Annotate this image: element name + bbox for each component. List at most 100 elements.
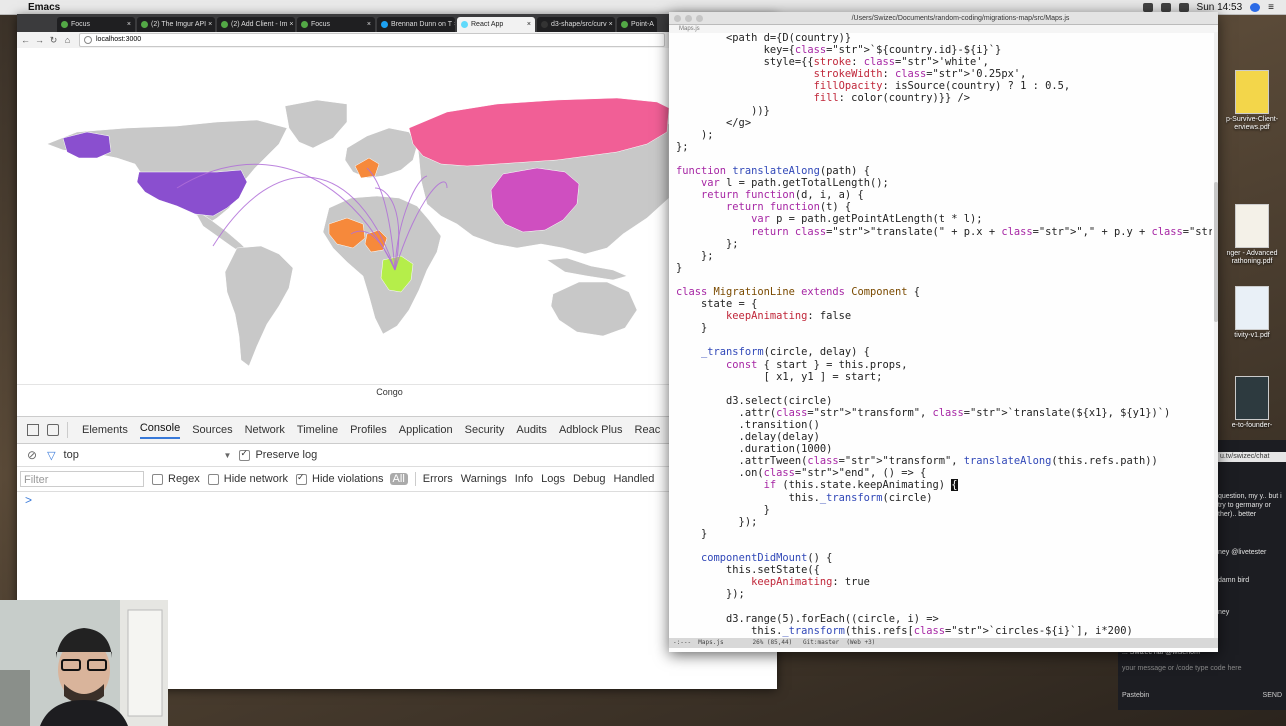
- send-button[interactable]: SEND: [1263, 692, 1282, 699]
- tab-title: React App: [471, 21, 504, 28]
- browser-tab[interactable]: d3-shape/src/curv ×: [537, 17, 615, 32]
- level-errors[interactable]: Errors: [423, 473, 453, 485]
- reload-icon[interactable]: ↻: [48, 35, 59, 46]
- url-field[interactable]: localhost:3000: [79, 33, 665, 47]
- info-icon[interactable]: [84, 36, 92, 44]
- preserve-log-checkbox[interactable]: [239, 448, 251, 461]
- context-select[interactable]: top: [64, 449, 224, 461]
- code-line: class MigrationLine extends Component {: [676, 285, 921, 298]
- desktop-file[interactable]: tivity-v1.pdf: [1222, 286, 1282, 340]
- tab-title: Point-A: [631, 21, 654, 28]
- tab-adblock-plus[interactable]: Adblock Plus: [559, 424, 623, 436]
- zoom-window-icon[interactable]: [696, 14, 703, 22]
- status-icon[interactable]: [1142, 2, 1153, 12]
- code-line: keepAnimating: true: [751, 576, 870, 589]
- browser-tab[interactable]: Point-A: [617, 17, 657, 32]
- migration-map[interactable]: [17, 48, 669, 384]
- home-icon[interactable]: ⌂: [62, 35, 73, 45]
- level-info[interactable]: Info: [515, 473, 533, 485]
- forward-icon[interactable]: →: [34, 35, 45, 45]
- scrollbar[interactable]: [1214, 32, 1218, 638]
- close-icon[interactable]: ×: [607, 21, 613, 28]
- level-all[interactable]: All: [389, 473, 408, 485]
- close-icon[interactable]: ×: [525, 21, 531, 28]
- wifi-icon[interactable]: [1160, 2, 1171, 12]
- battery-icon[interactable]: [1178, 2, 1189, 12]
- tab-audits[interactable]: Audits: [516, 424, 547, 436]
- browser-tab[interactable]: (2) Add Client - Im ×: [217, 17, 295, 32]
- clock[interactable]: Sun 14:53: [1197, 2, 1243, 13]
- code-line: componentDidMount() {: [701, 552, 833, 565]
- level-debug[interactable]: Debug: [573, 473, 605, 485]
- tab-title: Focus: [71, 21, 91, 28]
- menu-list-icon[interactable]: ≡: [1268, 2, 1274, 13]
- browser-tab[interactable]: Brennan Dunn on T×: [377, 17, 455, 32]
- tab-application[interactable]: Application: [399, 424, 453, 436]
- code-editor[interactable]: <path d={D(country)} key={class="str">`$…: [676, 32, 1212, 640]
- hide-network-checkbox[interactable]: [207, 473, 219, 485]
- level-warnings[interactable]: Warnings: [461, 473, 507, 485]
- code-line: );: [676, 128, 714, 141]
- filter-icon[interactable]: ▽: [47, 449, 55, 462]
- africa-land[interactable]: [322, 195, 442, 335]
- close-icon[interactable]: ×: [287, 21, 293, 28]
- pdf-thumbnail: [1235, 70, 1269, 114]
- desktop-file[interactable]: nger - Advanced rathoning.pdf: [1222, 204, 1282, 266]
- south-america-land[interactable]: [224, 245, 294, 367]
- browser-tab-active[interactable]: React App ×: [457, 17, 535, 32]
- favicon-icon: [461, 21, 468, 28]
- usa-country[interactable]: [136, 169, 248, 217]
- chevron-down-icon[interactable]: ▼: [224, 451, 232, 460]
- back-icon[interactable]: ←: [20, 35, 31, 45]
- favicon-icon: [621, 21, 628, 28]
- australia-land[interactable]: [550, 281, 638, 337]
- level-logs[interactable]: Logs: [541, 473, 565, 485]
- hide-violations-checkbox[interactable]: [296, 472, 307, 485]
- tab-react[interactable]: Reac: [635, 424, 661, 436]
- indonesia-land[interactable]: [546, 257, 628, 281]
- close-icon[interactable]: ×: [206, 21, 212, 28]
- chat-input[interactable]: your message or /code type code here: [1122, 662, 1282, 676]
- code-line: });: [676, 515, 758, 528]
- close-icon[interactable]: ×: [125, 21, 131, 28]
- clear-console-icon[interactable]: ⊘: [27, 448, 37, 462]
- code-line: <path d={D(country)}: [676, 32, 852, 44]
- chat-url[interactable]: u.tv/swizec/chat: [1218, 452, 1286, 462]
- user-icon[interactable]: [1250, 2, 1261, 12]
- code-line: d3.select(circle): [676, 394, 833, 407]
- console-prompt[interactable]: >: [25, 493, 32, 507]
- tab-security[interactable]: Security: [465, 424, 505, 436]
- code-line: strokeWidth: class="str">'0.25px': [813, 68, 1021, 81]
- world-map-svg: [46, 97, 669, 367]
- tab-timeline[interactable]: Timeline: [297, 424, 338, 436]
- tab-profiles[interactable]: Profiles: [350, 424, 387, 436]
- browser-tab[interactable]: (2) The Imgur API ×: [137, 17, 215, 32]
- level-handled[interactable]: Handled: [613, 473, 654, 485]
- greenland-land[interactable]: [284, 99, 348, 149]
- inspect-icon[interactable]: [27, 424, 39, 436]
- close-icon[interactable]: ×: [365, 21, 371, 28]
- filter-input[interactable]: Filter: [20, 471, 144, 487]
- app-menu[interactable]: Emacs: [28, 2, 60, 13]
- desktop-file[interactable]: e-to-founder-: [1222, 376, 1282, 430]
- code-line: .attrTween(class="str">"transform": [676, 455, 952, 468]
- device-toolbar-icon[interactable]: [47, 424, 59, 436]
- desktop-file[interactable]: p-Survive-Client- erviews.pdf: [1222, 70, 1282, 132]
- minimize-window-icon[interactable]: [685, 14, 692, 22]
- browser-tab[interactable]: Focus ×: [57, 17, 135, 32]
- close-window-icon[interactable]: [674, 14, 681, 22]
- tab-elements[interactable]: Elements: [82, 424, 128, 436]
- tab-sources[interactable]: Sources: [192, 424, 232, 436]
- file-path: /Users/Swizec/Documents/random-coding/mi…: [851, 14, 1070, 22]
- close-icon[interactable]: ×: [452, 21, 455, 28]
- europe-land[interactable]: [344, 127, 418, 179]
- regex-checkbox[interactable]: [152, 473, 163, 485]
- code-line: if (this.state.keepAnimating) {: [763, 479, 958, 492]
- code-line: _transform(circle, delay) {: [701, 346, 870, 359]
- emacs-window: /Users/Swizec/Documents/random-coding/mi…: [669, 12, 1218, 652]
- tab-console[interactable]: Console: [139, 422, 181, 439]
- browser-tab[interactable]: Focus ×: [297, 17, 375, 32]
- code-line: return function(d, i, a) {: [701, 189, 864, 202]
- tab-network[interactable]: Network: [245, 424, 285, 436]
- pastebin-button[interactable]: Pastebin: [1122, 692, 1149, 699]
